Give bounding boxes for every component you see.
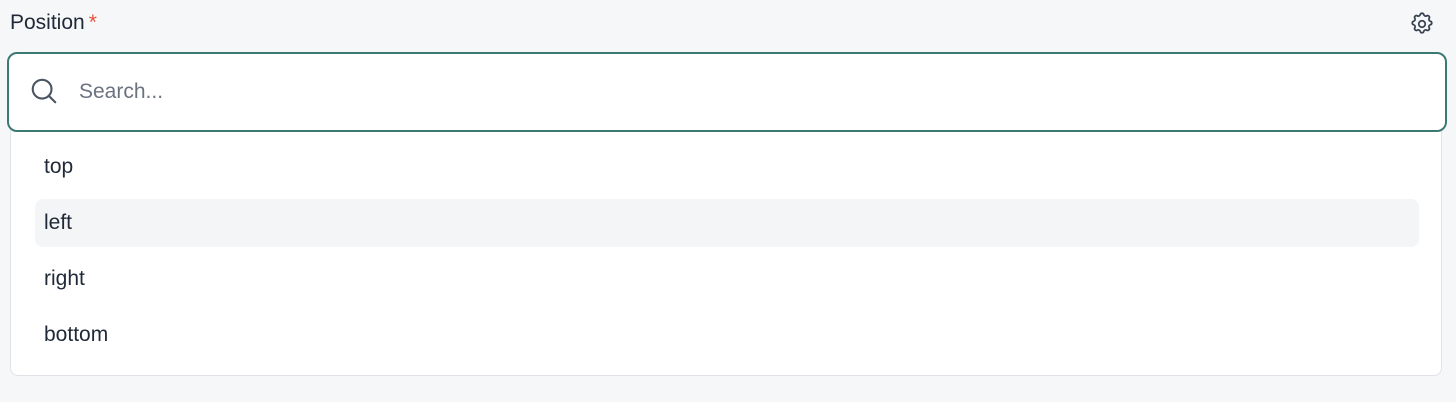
option-bottom[interactable]: bottom <box>35 311 1419 359</box>
field-label: Position * <box>10 11 97 35</box>
gear-icon <box>1411 12 1433 34</box>
option-right[interactable]: right <box>35 255 1419 303</box>
position-dropdown: top left right bottom <box>7 52 1447 376</box>
option-left[interactable]: left <box>35 199 1419 247</box>
settings-button[interactable] <box>1407 9 1437 39</box>
search-icon <box>31 78 57 104</box>
field-header: Position * <box>10 8 1446 38</box>
option-top[interactable]: top <box>35 143 1419 191</box>
search-box[interactable] <box>7 52 1447 132</box>
options-list: top left right bottom <box>35 143 1419 367</box>
required-mark: * <box>88 11 97 34</box>
search-input[interactable] <box>79 72 1409 112</box>
field-label-text: Position <box>10 11 85 34</box>
